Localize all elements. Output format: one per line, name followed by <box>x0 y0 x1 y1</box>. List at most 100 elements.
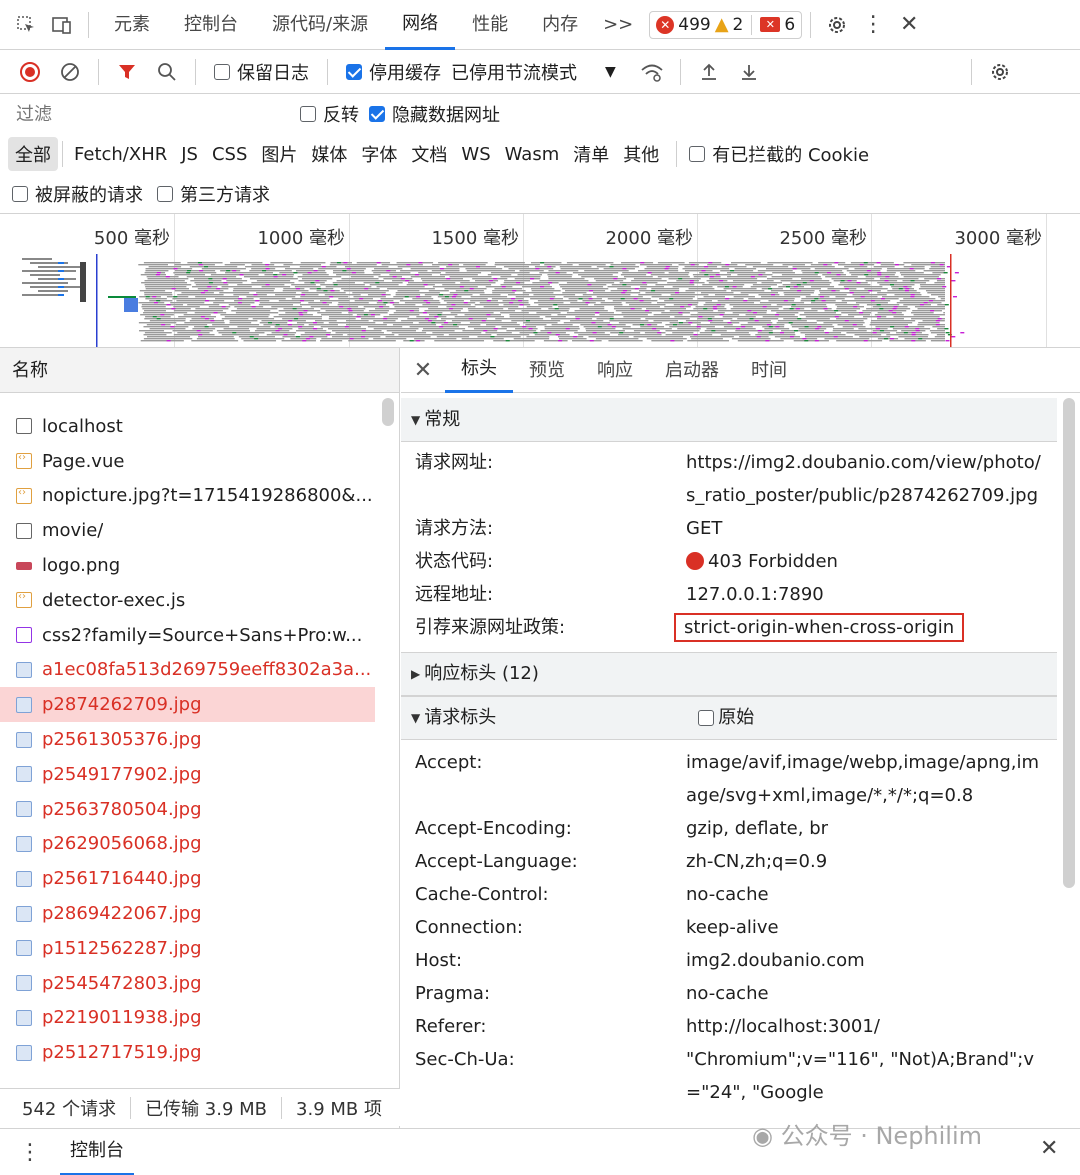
inspect-element-icon[interactable] <box>8 7 44 43</box>
waterfall-bar <box>898 288 903 290</box>
request-row[interactable]: p2561305376.jpg <box>0 722 375 757</box>
waterfall-bar <box>213 312 218 314</box>
filter-input[interactable] <box>10 99 290 129</box>
checkbox-box[interactable] <box>346 63 362 80</box>
drawer-menu-icon[interactable]: ⋮ <box>0 1140 60 1165</box>
drawer-tab-console[interactable]: 控制台 <box>60 1129 134 1175</box>
request-row[interactable]: p2219011938.jpg <box>0 1001 375 1036</box>
request-row[interactable]: p2869422067.jpg <box>0 896 375 931</box>
checkbox-box[interactable] <box>157 185 173 202</box>
device-toolbar-icon[interactable] <box>44 7 80 43</box>
general-section-header[interactable]: ▼ 常规 <box>401 398 1057 442</box>
request-row[interactable]: p2563780504.jpg <box>0 792 375 827</box>
issues-counter[interactable]: ✕ 499 ▲ 2 ✕ 6 <box>649 10 803 39</box>
tab-3[interactable]: 网络 <box>385 0 456 50</box>
waterfall-bar <box>886 270 916 272</box>
type-filter-button[interactable]: 清单 <box>566 137 616 171</box>
request-row[interactable]: p1512562287.jpg <box>0 931 375 966</box>
type-filter-button[interactable]: 文档 <box>404 137 454 171</box>
details-tab[interactable]: 启动器 <box>649 348 735 393</box>
checkbox-box[interactable] <box>689 146 706 162</box>
type-filter-button[interactable]: Fetch/XHR <box>67 140 174 169</box>
invert-checkbox[interactable]: 反转 <box>300 101 359 127</box>
request-row[interactable]: p2512717519.jpg <box>0 1035 375 1070</box>
type-filter-button[interactable]: 图片 <box>254 137 304 171</box>
type-filter-button[interactable]: Wasm <box>498 140 567 169</box>
checkbox-box[interactable] <box>12 185 28 202</box>
details-tab[interactable]: 时间 <box>735 348 803 393</box>
tab-4[interactable]: 性能 <box>455 0 525 50</box>
waterfall-bar <box>792 268 797 270</box>
request-row[interactable]: Page.vue <box>0 444 375 479</box>
type-filter-button[interactable]: 字体 <box>354 137 404 171</box>
export-har-icon[interactable] <box>729 54 769 90</box>
name-column-header[interactable]: 名称 <box>0 348 399 393</box>
search-icon[interactable] <box>147 54 187 90</box>
tab-5[interactable]: 内存 <box>525 0 595 50</box>
blocked-requests-checkbox[interactable]: 被屏蔽的请求 <box>12 181 143 207</box>
request-row[interactable]: p2549177902.jpg <box>0 757 375 792</box>
request-row[interactable]: p2629056068.jpg <box>0 827 375 862</box>
details-tab[interactable]: 响应 <box>581 348 649 393</box>
details-tab[interactable]: 标头 <box>445 348 513 393</box>
type-filter-button[interactable]: 其他 <box>616 137 666 171</box>
more-tabs-button[interactable]: >> <box>595 14 641 35</box>
import-har-icon[interactable] <box>689 54 729 90</box>
request-row[interactable]: p2561716440.jpg <box>0 861 375 896</box>
request-header-row: Sec-Ch-Ua: "Chromium";v="116", "Not)A;Bra… <box>401 1043 1057 1109</box>
checkbox-box[interactable] <box>369 106 385 122</box>
request-name: css2?family=Source+Sans+Pro:w... <box>42 624 363 646</box>
request-row[interactable]: localhost <box>0 409 375 444</box>
clear-icon[interactable] <box>50 54 90 90</box>
close-devtools-icon[interactable]: ✕ <box>891 7 927 43</box>
request-headers-section-header[interactable]: ▼ 请求标头 原始 <box>401 696 1057 740</box>
response-headers-section-header[interactable]: ▶ 响应标头 (12) <box>401 652 1057 696</box>
request-row[interactable]: detector-exec.js <box>0 583 375 618</box>
checkbox-box[interactable] <box>698 710 715 726</box>
waterfall-bar <box>761 282 782 284</box>
close-details-icon[interactable]: ✕ <box>401 358 445 383</box>
request-row[interactable]: a1ec08fa513d269759eeff8302a3a... <box>0 653 375 688</box>
blocked-cookies-checkbox[interactable]: 有已拦截的 Cookie <box>689 141 869 167</box>
waterfall-bar <box>789 288 821 290</box>
raw-headers-checkbox[interactable]: 原始 <box>698 696 754 740</box>
third-party-checkbox[interactable]: 第三方请求 <box>157 181 270 207</box>
request-row[interactable]: movie/ <box>0 513 375 548</box>
tab-1[interactable]: 控制台 <box>167 0 255 50</box>
request-row[interactable]: p2545472803.jpg <box>0 966 375 1001</box>
waterfall-bar <box>195 296 240 298</box>
close-drawer-icon[interactable]: ✕ <box>1040 1136 1058 1161</box>
tab-0[interactable]: 元素 <box>97 0 167 50</box>
waterfall-bar <box>427 320 432 322</box>
disable-cache-checkbox[interactable]: 停用缓存 <box>346 59 441 85</box>
checkbox-box[interactable] <box>300 106 316 122</box>
network-overview-timeline[interactable]: 500 毫秒 1000 毫秒 1500 毫秒 2000 毫秒 2500 毫秒 3000 毫… <box>0 214 1080 348</box>
checkbox-box[interactable] <box>214 63 230 80</box>
request-row[interactable]: logo.png <box>0 548 375 583</box>
record-icon[interactable] <box>10 54 50 90</box>
settings-gear-icon[interactable] <box>819 7 855 43</box>
request-row[interactable]: nopicture.jpg?t=1715419286800&... <box>0 479 375 514</box>
network-conditions-icon[interactable] <box>632 54 672 90</box>
waterfall-bar <box>730 320 771 322</box>
more-options-icon[interactable]: ⋮ <box>855 7 891 43</box>
preserve-log-checkbox[interactable]: 保留日志 <box>214 59 309 85</box>
type-filter-button[interactable]: WS <box>454 140 497 169</box>
request-list-scrollbar[interactable] <box>382 398 394 426</box>
details-scrollbar[interactable] <box>1063 398 1075 888</box>
type-filter-button[interactable]: 媒体 <box>304 137 354 171</box>
type-filter-button[interactable]: JS <box>174 140 205 169</box>
details-tab[interactable]: 预览 <box>513 348 581 393</box>
waterfall-bar <box>901 330 926 332</box>
hide-data-urls-checkbox[interactable]: 隐藏数据网址 <box>369 101 500 127</box>
chevron-down-icon[interactable]: ▼ <box>605 64 616 80</box>
type-filter-button[interactable]: CSS <box>205 140 254 169</box>
request-row[interactable]: css2?family=Source+Sans+Pro:w... <box>0 618 375 653</box>
request-row[interactable]: p2874262709.jpg <box>0 687 375 723</box>
filter-icon[interactable] <box>107 54 147 90</box>
network-settings-gear-icon[interactable] <box>980 54 1020 90</box>
throttling-select[interactable]: 已停用节流模式 <box>451 59 577 85</box>
waterfall-bar <box>811 300 816 302</box>
tab-2[interactable]: 源代码/来源 <box>255 0 385 50</box>
type-filter-button[interactable]: 全部 <box>8 137 58 171</box>
